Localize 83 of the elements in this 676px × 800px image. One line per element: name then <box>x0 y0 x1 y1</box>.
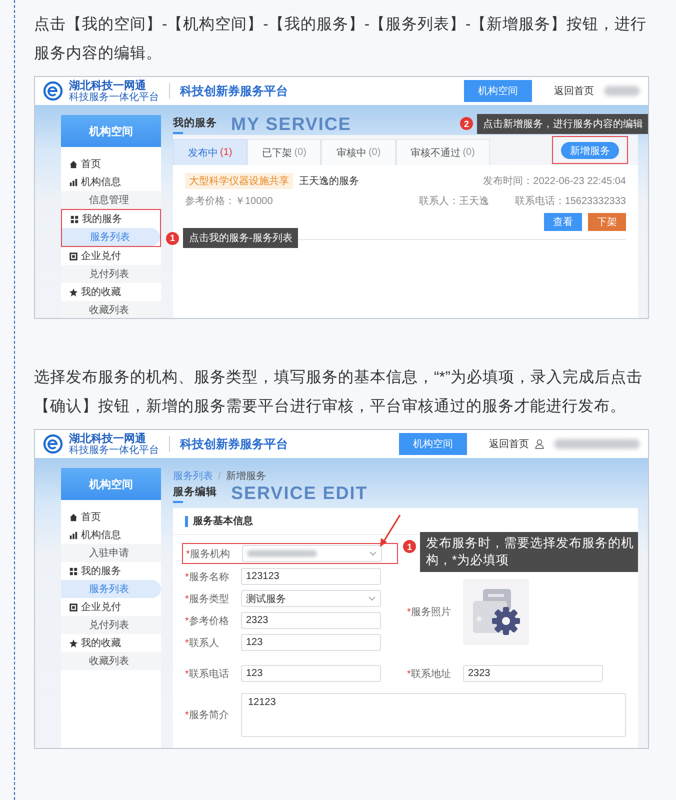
phone-text: 联系电话：15623332333 <box>514 194 626 208</box>
star-icon <box>69 638 78 648</box>
page-title: 服务编辑 <box>173 485 217 503</box>
select-field[interactable]: 测试服务 <box>241 590 381 607</box>
tab[interactable]: 审核中 (0) <box>321 139 396 165</box>
sidebar-title: 机构空间 <box>61 115 161 147</box>
sidebar-item[interactable]: 企业兑付 <box>61 247 161 265</box>
input-field[interactable]: 123 <box>241 634 381 651</box>
instruction-paragraph: 选择发布服务的机构、服务类型，填写服务的基本信息，“*”为必填项，录入完成后点击【确认】按钮，新增的服务需要平台进行审核，平台审核通过的服务才能进行发布。 <box>34 368 644 417</box>
sidebar-item[interactable]: 我的收藏 <box>61 634 161 652</box>
section-title: 服务基本信息 <box>185 516 253 526</box>
tab[interactable]: 发布中 (1) <box>173 139 248 165</box>
textarea-field[interactable]: 12123 <box>241 693 626 737</box>
chevron-down-icon <box>369 551 377 556</box>
grid-icon <box>70 214 79 224</box>
step-badge: 1 <box>166 232 179 244</box>
home-link[interactable]: 返回首页 <box>489 437 529 451</box>
logo-icon <box>43 434 63 454</box>
home-link[interactable]: 返回首页 <box>554 84 594 98</box>
input-field[interactable]: 123123 <box>241 568 381 585</box>
sidebar-subitem[interactable]: 收藏列表 <box>61 652 161 670</box>
tab[interactable]: 审核不通过 (0) <box>396 139 490 165</box>
field-label: *服务名称 <box>185 570 230 584</box>
sidebar-item[interactable]: 机构信息 <box>61 526 161 544</box>
field-label: *参考价格 <box>185 614 230 628</box>
sidebar-item[interactable]: 机构信息 <box>61 173 161 191</box>
sidebar-item[interactable]: 我的服务 <box>61 562 161 580</box>
field-label: *服务机构 <box>186 548 231 560</box>
sidebar-item[interactable]: 我的收藏 <box>61 283 161 301</box>
chevron-down-icon <box>368 596 376 601</box>
field-label: *服务类型 <box>185 592 230 606</box>
tooltip: 发布服务时，需要选择发布服务的机构，*为必填项 <box>420 532 638 572</box>
home-icon <box>69 160 78 168</box>
tooltip: 点击新增服务，进行服务内容的编辑 <box>477 114 648 134</box>
field-label: *服务简介 <box>185 709 230 722</box>
field-label: *联系电话 <box>185 668 230 680</box>
image-gear-icon <box>463 579 529 645</box>
logo-title: 湖北科技一网通 <box>69 80 147 92</box>
price-text: 参考价格：￥10000 <box>185 194 273 208</box>
step-badge: 1 <box>403 540 416 553</box>
platform-title: 科技创新券服务平台 <box>180 82 288 100</box>
platform-title: 科技创新券服务平台 <box>180 436 288 452</box>
sidebar-subitem[interactable]: 信息管理 <box>61 191 161 209</box>
sidebar-item[interactable]: 我的服务 <box>62 210 160 228</box>
category-tag: 大型科学仪器设施共享 <box>185 173 293 189</box>
sidebar-subitem[interactable]: 收藏列表 <box>61 301 161 318</box>
field-label: *联系地址 <box>407 668 452 680</box>
bar-chart-icon <box>69 530 78 540</box>
contact-text: 联系人：王天逸 <box>418 194 489 208</box>
sidebar-item[interactable]: 企业兑付 <box>61 598 161 616</box>
sidebar-subitem[interactable]: 入驻申请 <box>61 544 161 562</box>
grid-icon <box>69 566 78 576</box>
page-title: 我的服务 <box>173 116 217 134</box>
tooltip: 点击我的服务-服务列表 <box>183 228 298 248</box>
step-badge: 2 <box>460 117 473 130</box>
sidebar-subitem[interactable]: 兑付列表 <box>61 616 161 634</box>
square-icon <box>69 602 78 612</box>
logo-subtitle: 科技服务一体化平台 <box>69 92 159 102</box>
instruction-paragraph: 点击【我的空间】-【机构空间】-【我的服务】-【服务列表】-【新增服务】按钮，进行服务内容的编辑。 <box>34 15 648 64</box>
field-label: *联系人 <box>185 636 220 650</box>
star-icon <box>69 288 78 296</box>
background-caption: SERVICE EDIT <box>231 483 368 504</box>
square-icon <box>69 252 78 260</box>
logo-title: 湖北科技一网通 <box>69 432 147 444</box>
publish-time: 发布时间：2022-06-23 22:45:04 <box>483 174 626 188</box>
input-field[interactable]: 123 <box>241 665 381 682</box>
breadcrumb-item: 新增服务 <box>226 470 266 483</box>
input-field[interactable]: 2323 <box>241 612 381 629</box>
service-name: 王天逸的服务 <box>299 175 359 188</box>
bar-chart-icon <box>69 178 78 186</box>
input-field[interactable]: 2323 <box>463 665 603 682</box>
home-icon <box>69 512 78 522</box>
sidebar-title: 机构空间 <box>61 468 161 500</box>
breadcrumb-separator: / <box>218 470 221 482</box>
field-label: *服务照片 <box>407 606 452 619</box>
tab[interactable]: 已下架 (0) <box>247 139 322 165</box>
sidebar-item[interactable]: 首页 <box>61 508 161 526</box>
sidebar-item[interactable]: 首页 <box>61 155 161 173</box>
logo-subtitle: 科技服务一体化平台 <box>69 444 159 456</box>
sidebar-subitem[interactable]: 兑付列表 <box>61 265 161 283</box>
logo-icon <box>43 81 63 101</box>
select-field[interactable] <box>242 545 382 562</box>
background-caption: MY SERVICE <box>231 114 352 135</box>
